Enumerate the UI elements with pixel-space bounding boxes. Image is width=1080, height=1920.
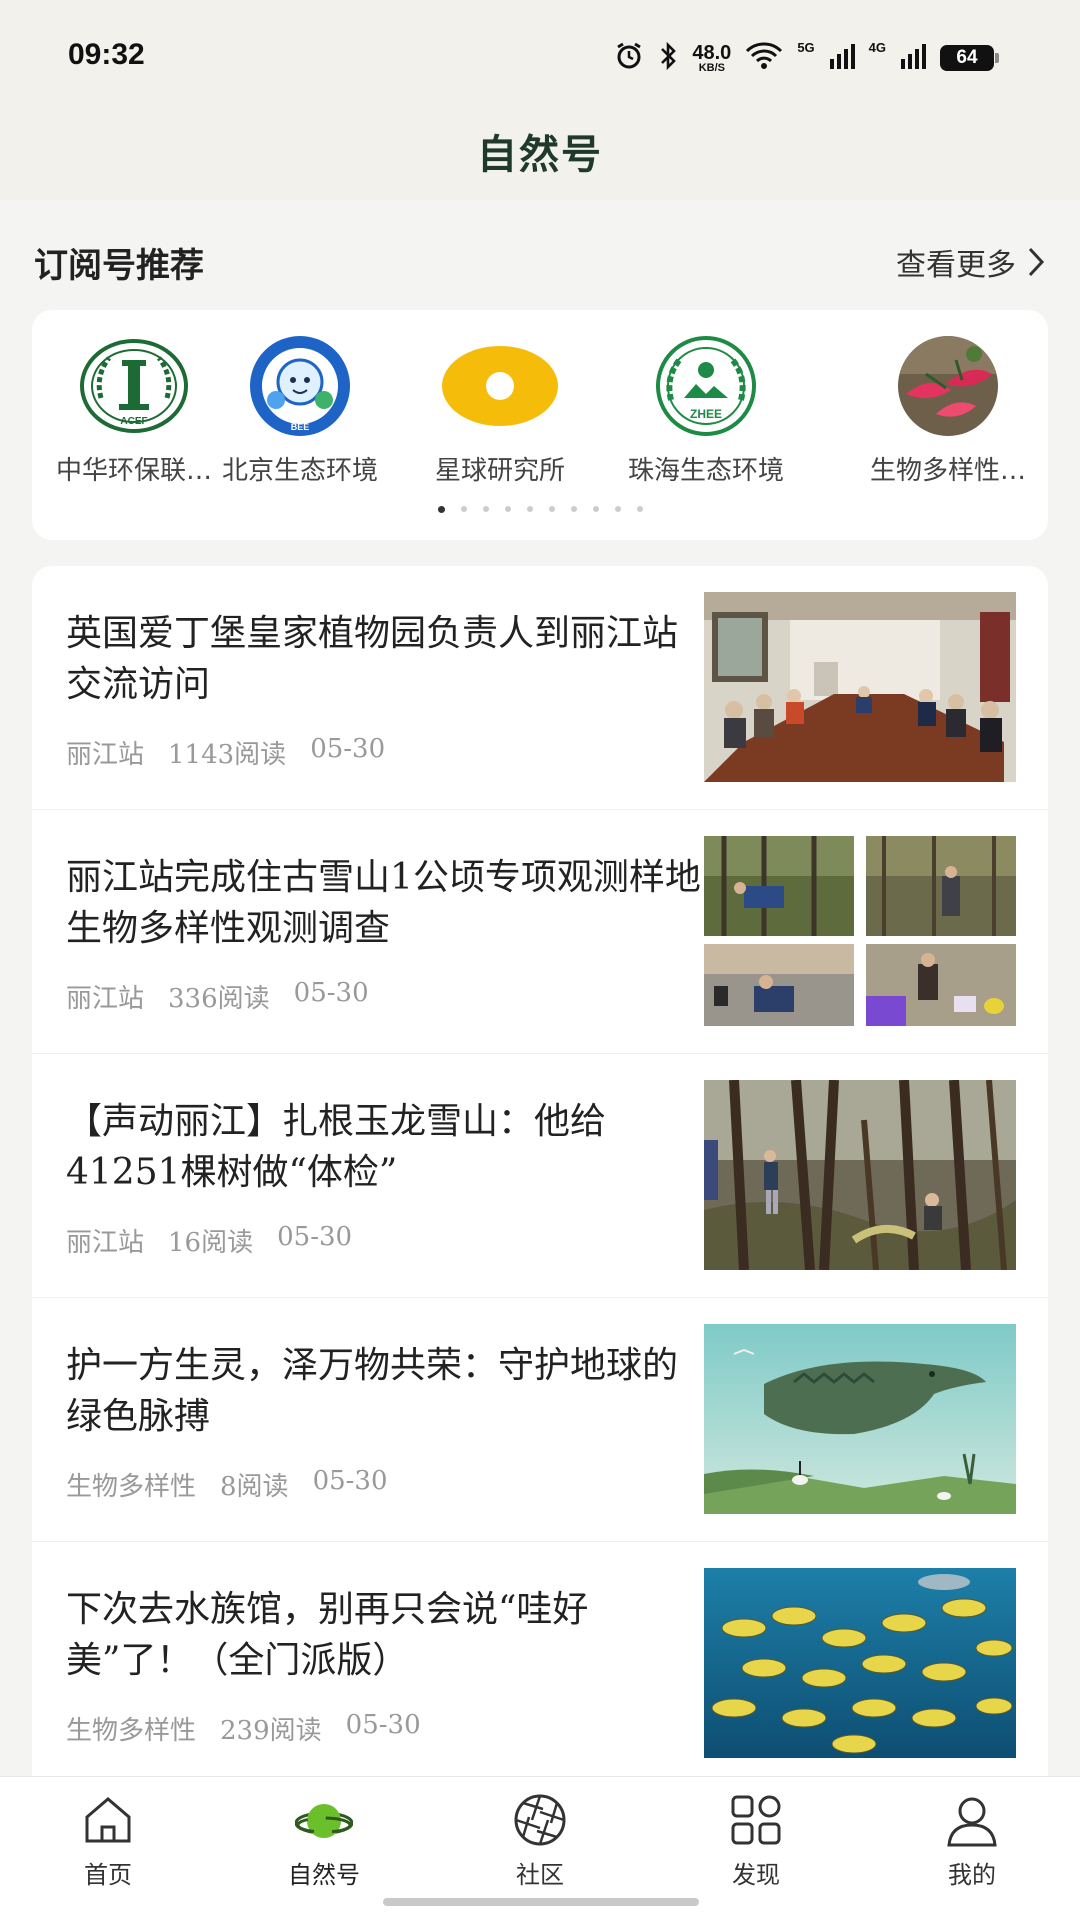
article-date: 05-30 — [312, 1466, 388, 1496]
bluetooth-icon — [658, 41, 678, 75]
carousel-indicator — [32, 506, 1048, 513]
recommend-header: 订阅号推荐 查看更多 — [34, 238, 1046, 286]
person-icon — [947, 1797, 997, 1847]
home-indicator[interactable] — [383, 1898, 699, 1906]
tab-label: 社区 — [516, 1861, 564, 1889]
wifi-icon — [745, 41, 783, 75]
article-source: 丽江站 — [66, 984, 145, 1014]
network-5g-label: 5G — [797, 40, 815, 55]
article-meta: 生物多样性 8阅读 05-30 — [66, 1466, 388, 1503]
alarm-icon — [614, 41, 644, 75]
account-name: 星球研究所 — [434, 456, 565, 486]
article-meta: 丽江站 16阅读 05-30 — [66, 1222, 352, 1259]
article-reads: 8阅读 — [220, 1472, 289, 1502]
tab-label: 发现 — [732, 1861, 780, 1889]
article-reads: 336阅读 — [168, 984, 270, 1014]
article-source: 丽江站 — [66, 1228, 145, 1258]
recommend-carousel[interactable]: ACEF 中华环保联… BEE 北京生态环境 星球研究所 ZHEE 珠海生态环境… — [32, 310, 1048, 540]
article-item[interactable]: 英国爱丁堡皇家植物园负责人到丽江站交流访问 丽江站 1143阅读 05-30 — [32, 566, 1048, 810]
grid-icon — [731, 1795, 781, 1845]
top-bar: 09:32 48.0 KB/S 5G 4G 64 自然号 — [0, 0, 1080, 200]
tab-label: 我的 — [948, 1861, 996, 1889]
tab-profile[interactable]: 我的 — [892, 1791, 1052, 1890]
bee-logo: BEE — [239, 336, 361, 436]
network-4g-label: 4G — [868, 40, 886, 55]
battery-icon: 64 — [940, 45, 999, 71]
tab-nature[interactable]: 自然号 — [244, 1791, 404, 1890]
article-meta: 丽江站 1143阅读 05-30 — [66, 734, 385, 771]
carousel-dot — [437, 506, 445, 513]
carousel-dot — [570, 506, 577, 512]
fieldwork-collage — [704, 836, 1016, 1026]
carousel-dot — [636, 506, 643, 512]
article-title: 英国爱丁堡皇家植物园负责人到丽江站交流访问 — [66, 613, 679, 705]
tab-community[interactable]: 社区 — [460, 1791, 620, 1890]
article-reads: 16阅读 — [168, 1228, 254, 1258]
carousel-dot — [548, 506, 555, 512]
forest-photo — [704, 1080, 1016, 1270]
account-item[interactable]: ZHEE 珠海生态环境 — [606, 336, 806, 486]
aquarium-fish-photo — [704, 1568, 1016, 1758]
svg-text:ZHEE: ZHEE — [690, 407, 722, 421]
article-title: 丽江站完成住古雪山1公顷专项观测样地生物多样性观测调查 — [66, 857, 701, 949]
signal-4g-icon — [900, 41, 926, 75]
account-name: 北京生态环境 — [221, 456, 378, 486]
article-meta: 生物多样性 239阅读 05-30 — [66, 1710, 421, 1747]
carousel-dot — [614, 506, 621, 512]
account-item[interactable]: 星球研究所 — [400, 336, 600, 486]
see-more-label: 查看更多 — [896, 248, 1016, 283]
tab-label: 自然号 — [288, 1861, 360, 1889]
zhee-logo: ZHEE — [645, 336, 767, 436]
article-feed[interactable]: 英国爱丁堡皇家植物园负责人到丽江站交流访问 丽江站 1143阅读 05-30 丽… — [32, 566, 1048, 1776]
signal-5g-icon — [829, 41, 855, 75]
article-item[interactable]: 丽江站完成住古雪山1公顷专项观测样地生物多样性观测调查 丽江站 336阅读 05… — [32, 810, 1048, 1054]
svg-text:BEE: BEE — [291, 422, 310, 432]
tab-label: 首页 — [84, 1861, 132, 1889]
article-item[interactable]: 【声动丽江】扎根玉龙雪山：他给41251棵树做“体检” 丽江站 16阅读 05-… — [32, 1054, 1048, 1298]
account-item[interactable]: 生物多样性… — [848, 336, 1048, 486]
article-reads: 239阅读 — [220, 1716, 322, 1746]
carousel-dot — [482, 506, 489, 512]
carousel-dot — [460, 506, 467, 512]
article-date: 05-30 — [345, 1710, 421, 1740]
article-date: 05-30 — [310, 734, 386, 764]
status-icons: 48.0 KB/S 5G 4G 64 — [614, 38, 999, 78]
page-title: 自然号 — [477, 132, 603, 178]
planet-icon — [295, 1804, 353, 1838]
acef-logo: ACEF — [73, 336, 195, 436]
tab-home[interactable]: 首页 — [28, 1791, 188, 1890]
see-more-link[interactable]: 查看更多 — [896, 240, 1046, 284]
article-item[interactable]: 下次去水族馆，别再只会说“哇好美”了！（全门派版） 生物多样性 239阅读 05… — [32, 1542, 1048, 1776]
article-title: 护一方生灵，泽万物共荣：守护地球的绿色脉搏 — [66, 1345, 679, 1437]
article-title: 【声动丽江】扎根玉龙雪山：他给41251棵树做“体检” — [66, 1101, 607, 1193]
home-icon — [85, 1797, 131, 1843]
account-name: 珠海生态环境 — [627, 456, 784, 486]
account-item[interactable]: BEE 北京生态环境 — [200, 336, 400, 486]
recommend-title: 订阅号推荐 — [34, 246, 204, 286]
carousel-dot — [504, 506, 511, 512]
status-bar: 09:32 48.0 KB/S 5G 4G 64 — [0, 0, 1080, 110]
crocodile-poster — [704, 1324, 1016, 1514]
article-source: 生物多样性 — [66, 1716, 197, 1746]
aperture-icon — [514, 1794, 566, 1846]
status-time: 09:32 — [68, 38, 145, 71]
yellow-ring-logo — [439, 336, 561, 436]
network-speed: 48.0 KB/S — [692, 41, 732, 74]
article-reads: 1143阅读 — [168, 740, 287, 770]
svg-text:ACEF: ACEF — [120, 416, 147, 427]
article-date: 05-30 — [277, 1222, 353, 1252]
plant-photo-logo — [887, 336, 1009, 436]
article-source: 丽江站 — [66, 740, 145, 770]
article-title: 下次去水族馆，别再只会说“哇好美”了！（全门派版） — [66, 1589, 589, 1681]
meeting-room-photo — [704, 592, 1016, 782]
account-name: 生物多样性… — [869, 456, 1026, 486]
article-source: 生物多样性 — [66, 1472, 197, 1502]
article-item[interactable]: 护一方生灵，泽万物共荣：守护地球的绿色脉搏 生物多样性 8阅读 05-30 — [32, 1298, 1048, 1542]
article-date: 05-30 — [293, 978, 369, 1008]
article-meta: 丽江站 336阅读 05-30 — [66, 978, 369, 1015]
carousel-dot — [592, 506, 599, 512]
carousel-dot — [526, 506, 533, 512]
chevron-right-icon — [1028, 247, 1045, 277]
tab-discover[interactable]: 发现 — [676, 1791, 836, 1890]
